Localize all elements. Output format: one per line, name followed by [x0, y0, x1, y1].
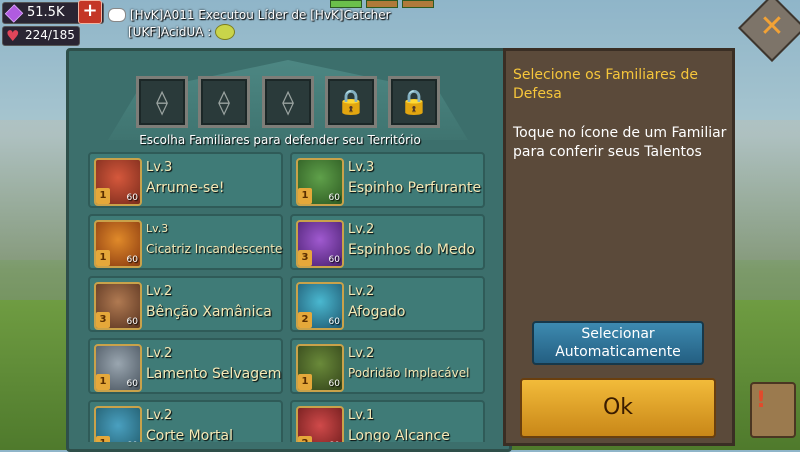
- familiar-item[interactable]: 2 60 Lv.2 Afogado: [290, 276, 485, 332]
- familiar-item[interactable]: 3 60 Lv.2 Bênção Xamânica: [88, 276, 283, 332]
- chat-line-2: [UKF]AcidUA :: [128, 24, 212, 39]
- familiar-level: Lv.2: [146, 346, 173, 361]
- add-gems-button[interactable]: +: [78, 0, 102, 24]
- familiar-portrait: 260: [296, 282, 344, 330]
- familiar-level: Lv.2: [348, 284, 375, 299]
- familiar-skill-name: Espinho Perfurante: [348, 180, 482, 196]
- familiar-level: Lv.2: [146, 284, 173, 299]
- familiar-portrait: 3 60: [296, 220, 344, 268]
- padlock-icon: 🔒: [399, 88, 429, 116]
- familiar-skill-name: Arrume-se!: [146, 180, 225, 196]
- status-bar: [330, 0, 362, 8]
- familiar-skill-name: Longo Alcance: [348, 428, 450, 442]
- chat-feed[interactable]: [HvK]A011 Executou Líder de [HvK]Catcher…: [108, 6, 391, 40]
- familiar-item[interactable]: 3 60 Lv.2 Espinhos do Medo: [290, 214, 485, 270]
- familiar-portrait: 160: [296, 158, 344, 206]
- defense-slot-1[interactable]: ⟠: [136, 76, 188, 128]
- familiar-portrait: 160: [94, 406, 142, 442]
- familiar-level: Lv.3: [146, 222, 169, 235]
- close-button[interactable]: ✕: [748, 4, 796, 52]
- defense-slot-2[interactable]: ⟠: [198, 76, 250, 128]
- emoji-icon: [215, 23, 236, 40]
- familiar-skill-name: Espinhos do Medo: [348, 242, 476, 258]
- alert-icon: !: [756, 388, 767, 413]
- familiar-item[interactable]: 260 Lv.1 Longo Alcance: [290, 400, 485, 442]
- defense-slot-3[interactable]: ⟠: [262, 76, 314, 128]
- familiar-level: Lv.2: [348, 222, 375, 237]
- familiar-portrait: 3 60: [94, 282, 142, 330]
- gem-icon: [4, 4, 24, 23]
- stamina-value: 224/185: [25, 28, 75, 42]
- familiar-level: Lv.1: [348, 408, 375, 423]
- familiar-portrait: 160: [296, 344, 344, 392]
- familiar-item[interactable]: 1 60 Lv.3 Cicatriz Incandescente: [88, 214, 283, 270]
- familiar-item[interactable]: 160 Lv.2 Corte Mortal: [88, 400, 283, 442]
- familiar-item[interactable]: 1 60 Lv.3 Espinho Perfurante: [290, 152, 485, 208]
- status-bar: [402, 0, 434, 8]
- empty-slot-icon: ⟠: [282, 88, 294, 116]
- info-description: Toque no ícone de um Familiar para confe…: [513, 125, 727, 160]
- familiar-item[interactable]: 1 60 Lv.2 Podridão Implacável: [290, 338, 485, 394]
- familiar-skill-name: Cicatriz Incandescente: [146, 242, 283, 256]
- empty-slot-icon: ⟠: [218, 88, 230, 116]
- familiar-level: Lv.3: [146, 160, 173, 175]
- familiar-skill-name: Podridão Implacável: [348, 366, 470, 380]
- status-bar: [366, 0, 398, 8]
- familiar-skill-name: Corte Mortal: [146, 428, 234, 442]
- familiar-skill-name: Lamento Selvagem: [146, 366, 282, 382]
- chat-bubble-icon: [108, 7, 126, 22]
- heart-icon: ♥: [6, 27, 20, 45]
- familiar-skill-name: Bênção Xamânica: [146, 304, 272, 320]
- panel-caption: Escolha Familiares para defender seu Ter…: [139, 133, 421, 147]
- info-title: Selecione os Familiares de Defesa: [513, 67, 698, 102]
- familiar-portrait: 160: [94, 220, 142, 268]
- gems-value: 51.5K: [27, 5, 65, 20]
- familiar-level: Lv.2: [348, 346, 375, 361]
- ok-button[interactable]: Ok: [520, 378, 716, 438]
- padlock-icon: 🔒: [336, 88, 366, 116]
- familiar-portrait: 160: [94, 158, 142, 206]
- status-bars: [330, 0, 434, 8]
- stamina-counter: ♥ 224/185: [2, 26, 80, 46]
- auto-select-button[interactable]: Selecionar Automaticamente: [532, 321, 704, 365]
- familiar-item[interactable]: 1 60 Lv.3 Arrume-se!: [88, 152, 283, 208]
- familiar-level: Lv.2: [146, 408, 173, 423]
- familiar-skill-name: Afogado: [348, 304, 406, 320]
- empty-slot-icon: ⟠: [156, 88, 168, 116]
- familiar-level: Lv.3: [348, 160, 375, 175]
- defense-slot-5[interactable]: 🔒: [388, 76, 440, 128]
- familiar-item[interactable]: 1 60 Lv.2 Lamento Selvagem: [88, 338, 283, 394]
- familiar-portrait: 160: [94, 344, 142, 392]
- chat-line-1: [HvK]A011 Executou Líder de [HvK]Catcher: [130, 7, 391, 22]
- defense-slot-4[interactable]: 🔒: [325, 76, 377, 128]
- familiar-list[interactable]: 1 60 Lv.3 Arrume-se! 1 60 Lv.3 Espinho Per…: [88, 152, 488, 442]
- familiar-portrait: 260: [296, 406, 344, 442]
